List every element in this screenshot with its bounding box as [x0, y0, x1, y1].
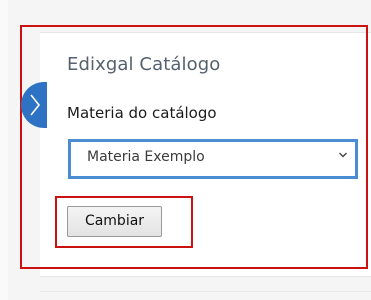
catalog-subject-label: Materia do catálogo: [67, 104, 217, 122]
catalog-subject-selected-value: Materia Exemplo: [87, 149, 205, 165]
block-title: Edixgal Catálogo: [67, 54, 221, 75]
divider: [40, 291, 371, 292]
left-gutter: [0, 0, 8, 300]
change-button[interactable]: Cambiar: [67, 206, 162, 237]
chevron-down-icon: [339, 152, 347, 158]
chevron-right-icon: [30, 94, 41, 116]
